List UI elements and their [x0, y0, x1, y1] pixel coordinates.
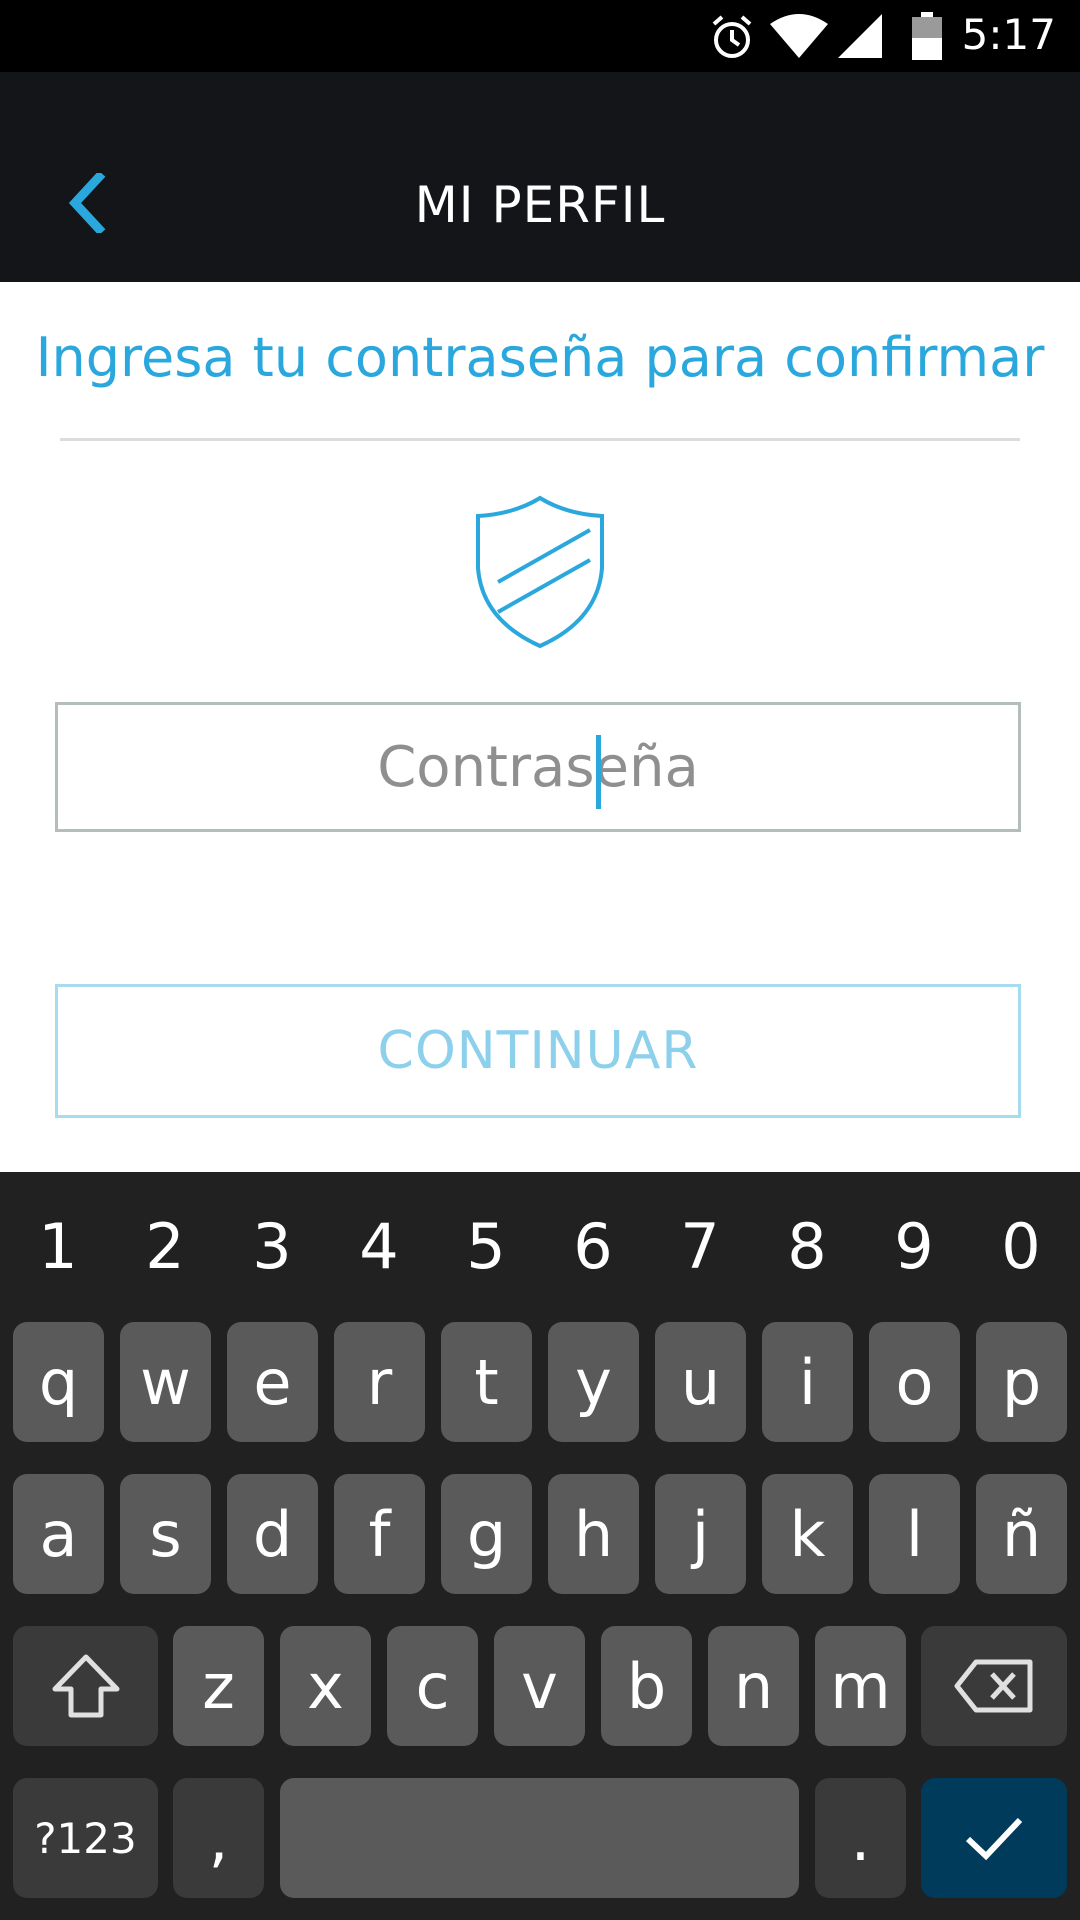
- status-time: 5:17: [961, 10, 1056, 59]
- battery-icon: [912, 12, 942, 60]
- enter-key[interactable]: [921, 1778, 1067, 1898]
- shift-key[interactable]: [13, 1626, 158, 1746]
- key-r[interactable]: r: [334, 1322, 425, 1442]
- confirm-prompt: Ingresa tu contraseña para confirmar: [35, 326, 1045, 389]
- continue-button[interactable]: CONTINUAR: [55, 984, 1021, 1118]
- key-k[interactable]: k: [762, 1474, 853, 1594]
- key-0[interactable]: 0: [971, 1210, 1071, 1283]
- wifi-icon: [770, 14, 828, 58]
- key-h[interactable]: h: [548, 1474, 639, 1594]
- status-bar: 5:17: [0, 0, 1080, 72]
- key-9[interactable]: 9: [864, 1210, 964, 1283]
- space-key[interactable]: [280, 1778, 799, 1898]
- continue-label: CONTINUAR: [377, 1021, 699, 1081]
- key-1[interactable]: 1: [8, 1210, 108, 1283]
- key-n[interactable]: n: [708, 1626, 799, 1746]
- key-t[interactable]: t: [441, 1322, 532, 1442]
- key-b[interactable]: b: [601, 1626, 692, 1746]
- shift-icon: [52, 1654, 119, 1718]
- key-d[interactable]: d: [227, 1474, 318, 1594]
- shield-icon: [476, 495, 604, 649]
- key-m[interactable]: m: [815, 1626, 906, 1746]
- key-v[interactable]: v: [494, 1626, 585, 1746]
- key-g[interactable]: g: [441, 1474, 532, 1594]
- divider: [60, 438, 1020, 441]
- key-enye[interactable]: ñ: [976, 1474, 1067, 1594]
- key-2[interactable]: 2: [115, 1210, 215, 1283]
- key-6[interactable]: 6: [543, 1210, 643, 1283]
- key-y[interactable]: y: [548, 1322, 639, 1442]
- key-e[interactable]: e: [227, 1322, 318, 1442]
- key-z[interactable]: z: [173, 1626, 264, 1746]
- backspace-icon: [954, 1659, 1033, 1713]
- backspace-key[interactable]: [921, 1626, 1067, 1746]
- key-l[interactable]: l: [869, 1474, 960, 1594]
- password-field[interactable]: Contraseña: [55, 702, 1021, 832]
- key-5[interactable]: 5: [436, 1210, 536, 1283]
- key-7[interactable]: 7: [650, 1210, 750, 1283]
- key-p[interactable]: p: [976, 1322, 1067, 1442]
- keyboard: 1 2 3 4 5 6 7 8 9 0 q w e r t y u i o p …: [0, 1172, 1080, 1920]
- key-c[interactable]: c: [387, 1626, 478, 1746]
- password-placeholder: Contraseña: [377, 734, 699, 800]
- page-title: MI PERFIL: [414, 176, 666, 234]
- key-w[interactable]: w: [120, 1322, 211, 1442]
- key-u[interactable]: u: [655, 1322, 746, 1442]
- app-bar: MI PERFIL: [0, 72, 1080, 282]
- key-q[interactable]: q: [13, 1322, 104, 1442]
- signal-icon: [838, 14, 882, 58]
- text-cursor: [596, 735, 601, 809]
- key-8[interactable]: 8: [757, 1210, 857, 1283]
- key-i[interactable]: i: [762, 1322, 853, 1442]
- check-icon: [965, 1817, 1023, 1861]
- key-o[interactable]: o: [869, 1322, 960, 1442]
- symbols-key[interactable]: ?123: [13, 1778, 158, 1898]
- key-4[interactable]: 4: [329, 1210, 429, 1283]
- comma-key[interactable]: ,: [173, 1778, 264, 1898]
- key-j[interactable]: j: [655, 1474, 746, 1594]
- alarm-icon: [712, 15, 752, 58]
- key-a[interactable]: a: [13, 1474, 104, 1594]
- key-x[interactable]: x: [280, 1626, 371, 1746]
- key-s[interactable]: s: [120, 1474, 211, 1594]
- key-f[interactable]: f: [334, 1474, 425, 1594]
- key-3[interactable]: 3: [222, 1210, 322, 1283]
- period-key[interactable]: .: [815, 1778, 906, 1898]
